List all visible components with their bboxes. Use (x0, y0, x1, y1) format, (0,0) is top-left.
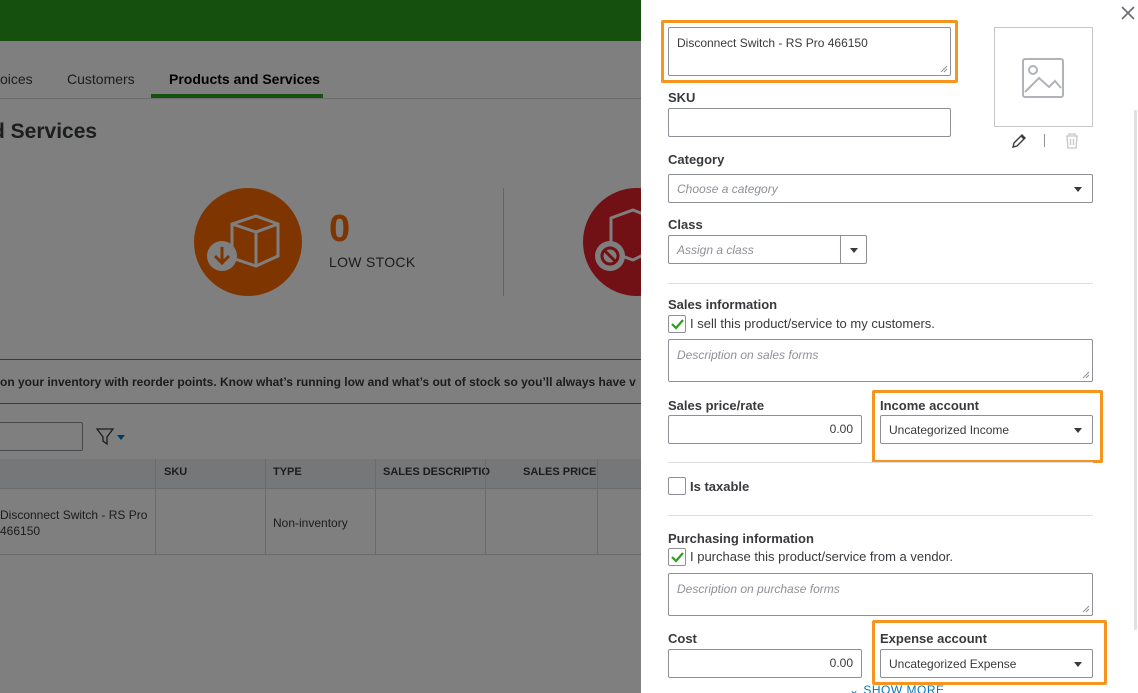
checkmark-icon (671, 319, 684, 330)
sales-information-label: Sales information (668, 297, 778, 312)
purchase-description-input[interactable]: Description on purchase forms (668, 573, 1093, 616)
category-label: Category (668, 152, 725, 167)
resize-grip-icon[interactable] (1082, 371, 1090, 379)
name-input[interactable]: Disconnect Switch - RS Pro 466150 (668, 27, 951, 76)
section-divider (668, 283, 1093, 284)
purchase-checkbox-text: I purchase this product/service from a v… (690, 549, 954, 564)
category-select[interactable]: Choose a category (668, 174, 1093, 203)
product-image-placeholder[interactable] (994, 27, 1093, 127)
chevron-down-icon: ⌄ (849, 683, 864, 693)
purchase-description-placeholder: Description on purchase forms (677, 582, 840, 596)
sku-label: SKU (668, 90, 696, 105)
panel-scrollbar[interactable] (1134, 110, 1137, 630)
income-account-value: Uncategorized Income (889, 422, 1010, 437)
sales-price-value: 0.00 (829, 422, 853, 436)
chevron-down-icon (1074, 187, 1082, 192)
show-more-text: SHOW MORE (863, 683, 945, 693)
expense-account-label: Expense account (880, 631, 987, 646)
section-divider (668, 515, 1093, 516)
name-input-value: Disconnect Switch - RS Pro 466150 (677, 36, 868, 50)
resize-grip-icon[interactable] (940, 65, 948, 73)
sell-checkbox-text: I sell this product/service to my custom… (690, 316, 935, 331)
expense-account-select[interactable]: Uncategorized Expense (880, 649, 1093, 678)
cost-label: Cost (668, 631, 697, 646)
category-placeholder: Choose a category (677, 181, 778, 196)
show-more-link[interactable]: ⌄ SHOW MORE (849, 683, 945, 693)
income-account-label: Income account (880, 398, 979, 413)
sku-input[interactable] (668, 108, 951, 137)
class-select-divider (840, 236, 841, 263)
sales-price-label: Sales price/rate (668, 398, 765, 413)
chevron-down-icon (850, 248, 858, 253)
sales-price-input[interactable]: 0.00 (668, 415, 862, 444)
cost-value: 0.00 (829, 656, 853, 670)
edit-image-icon[interactable] (1010, 132, 1028, 150)
class-select[interactable]: Assign a class (668, 235, 867, 264)
purchase-checkbox[interactable] (668, 548, 686, 566)
image-actions-divider (1044, 134, 1045, 147)
cost-input[interactable]: 0.00 (668, 649, 862, 678)
resize-grip-icon[interactable] (1082, 605, 1090, 613)
class-placeholder: Assign a class (677, 242, 754, 257)
class-label: Class (668, 217, 703, 232)
income-account-select[interactable]: Uncategorized Income (880, 415, 1093, 444)
expense-account-value: Uncategorized Expense (889, 656, 1017, 671)
chevron-down-icon (1074, 662, 1082, 667)
checkmark-icon (671, 552, 684, 563)
taxable-label: Is taxable (690, 479, 750, 494)
sell-checkbox[interactable] (668, 315, 686, 333)
taxable-checkbox[interactable] (668, 477, 686, 495)
close-icon[interactable] (1120, 5, 1136, 21)
chevron-down-icon (1074, 428, 1082, 433)
sales-description-placeholder: Description on sales forms (677, 348, 819, 362)
purchasing-information-label: Purchasing information (668, 531, 814, 546)
delete-image-icon[interactable] (1064, 132, 1080, 150)
section-divider (668, 462, 1093, 463)
sales-description-input[interactable]: Description on sales forms (668, 339, 1093, 382)
